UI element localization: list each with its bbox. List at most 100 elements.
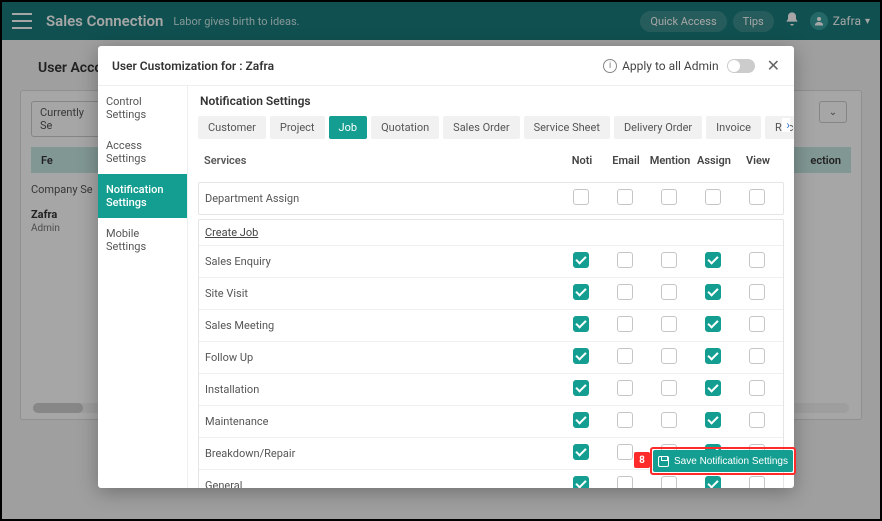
save-notification-settings-button[interactable]: Save Notification Settings: [653, 450, 793, 472]
modal-header: User Customization for : Zafra i Apply t…: [98, 46, 794, 86]
checkbox-noti[interactable]: [573, 444, 589, 460]
column-header-mention: Mention: [648, 149, 692, 172]
grid-header: Services NotiEmailMentionAssignView: [198, 143, 784, 178]
row-label: Maintenance: [203, 410, 559, 433]
save-callout: 8 Save Notification Settings: [650, 447, 796, 475]
checkbox-assign[interactable]: [705, 476, 721, 488]
checkbox-view[interactable]: [749, 380, 765, 396]
checkbox-noti[interactable]: [573, 252, 589, 268]
checkbox-assign[interactable]: [705, 189, 721, 205]
user-customization-modal: User Customization for : Zafra i Apply t…: [98, 46, 794, 488]
services-header: Services: [202, 149, 560, 172]
row-label: Follow Up: [203, 346, 559, 369]
column-header-view: View: [736, 149, 780, 172]
save-button-label: Save Notification Settings: [674, 456, 788, 467]
row-label: Breakdown/Repair: [203, 442, 559, 465]
apply-all-label: Apply to all Admin: [622, 59, 719, 73]
column-header-noti: Noti: [560, 149, 604, 172]
checkbox-assign[interactable]: [705, 412, 721, 428]
table-row: Create Job: [199, 220, 783, 245]
checkbox-assign[interactable]: [705, 252, 721, 268]
checkbox-email[interactable]: [617, 252, 633, 268]
row-label: Department Assign: [203, 187, 559, 210]
column-header-assign: Assign: [692, 149, 736, 172]
tab-job[interactable]: Job: [329, 116, 368, 139]
table-row: Follow Up: [199, 341, 783, 373]
modal-main: Notification Settings CustomerProjectJob…: [188, 86, 794, 488]
checkbox-mention[interactable]: [661, 316, 677, 332]
checkbox-mention[interactable]: [661, 252, 677, 268]
tab-sales-order[interactable]: Sales Order: [443, 116, 519, 139]
sidebar-item-notification-settings[interactable]: Notification Settings: [98, 174, 187, 218]
checkbox-view[interactable]: [749, 412, 765, 428]
apply-all-toggle[interactable]: [727, 59, 755, 73]
checkbox-view[interactable]: [749, 252, 765, 268]
sidebar-item-mobile-settings[interactable]: Mobile Settings: [98, 218, 187, 262]
table-row: Sales Meeting: [199, 309, 783, 341]
checkbox-assign[interactable]: [705, 380, 721, 396]
modal-title-prefix: User Customization for :: [112, 59, 246, 73]
checkbox-mention[interactable]: [661, 284, 677, 300]
checkbox-email[interactable]: [617, 444, 633, 460]
sidebar-item-access-settings[interactable]: Access Settings: [98, 130, 187, 174]
checkbox-noti[interactable]: [573, 380, 589, 396]
checkbox-assign[interactable]: [705, 348, 721, 364]
checkbox-view[interactable]: [749, 348, 765, 364]
checkbox-mention[interactable]: [661, 412, 677, 428]
row-label: Sales Meeting: [203, 314, 559, 337]
checkbox-mention[interactable]: [661, 189, 677, 205]
category-tabs: CustomerProjectJobQuotationSales OrderSe…: [188, 112, 794, 143]
checkbox-email[interactable]: [617, 348, 633, 364]
table-row: Maintenance: [199, 405, 783, 437]
checkbox-email[interactable]: [617, 380, 633, 396]
row-label: General: [203, 474, 559, 488]
tab-delivery-order[interactable]: Delivery Order: [614, 116, 702, 139]
checkbox-email[interactable]: [617, 316, 633, 332]
checkbox-view[interactable]: [749, 284, 765, 300]
checkbox-noti[interactable]: [573, 189, 589, 205]
checkbox-email[interactable]: [617, 284, 633, 300]
row-label: Installation: [203, 378, 559, 401]
checkbox-view[interactable]: [749, 189, 765, 205]
checkbox-assign[interactable]: [705, 284, 721, 300]
checkbox-email[interactable]: [617, 412, 633, 428]
checkbox-assign[interactable]: [705, 316, 721, 332]
checkbox-noti[interactable]: [573, 316, 589, 332]
table-row: Department Assign: [199, 183, 783, 214]
row-label: Create Job: [203, 221, 559, 244]
tabs-scroll-right-icon[interactable]: ›: [782, 118, 790, 132]
table-row: Installation: [199, 373, 783, 405]
row-label: Site Visit: [203, 282, 559, 305]
modal-title: User Customization for : Zafra: [112, 59, 274, 73]
checkbox-noti[interactable]: [573, 476, 589, 488]
tab-invoice[interactable]: Invoice: [706, 116, 761, 139]
checkbox-noti[interactable]: [573, 284, 589, 300]
tab-service-sheet[interactable]: Service Sheet: [524, 116, 610, 139]
table-row: Sales Enquiry: [199, 245, 783, 277]
apply-all-admin[interactable]: i Apply to all Admin: [603, 59, 755, 73]
checkbox-view[interactable]: [749, 476, 765, 488]
checkbox-mention[interactable]: [661, 380, 677, 396]
info-icon: i: [603, 59, 617, 73]
notification-grid[interactable]: Services NotiEmailMentionAssignView Depa…: [188, 143, 794, 488]
tab-project[interactable]: Project: [270, 116, 325, 139]
modal-title-user: Zafra: [246, 59, 275, 73]
close-icon[interactable]: ✕: [767, 56, 780, 75]
save-icon: [658, 456, 669, 467]
checkbox-email[interactable]: [617, 476, 633, 488]
row-label: Sales Enquiry: [203, 250, 559, 273]
checkbox-email[interactable]: [617, 189, 633, 205]
step-badge: 8: [634, 452, 650, 468]
settings-section-title: Notification Settings: [188, 86, 794, 112]
table-row: Site Visit: [199, 277, 783, 309]
checkbox-noti[interactable]: [573, 412, 589, 428]
sidebar-item-control-settings[interactable]: Control Settings: [98, 86, 187, 130]
modal-sidebar: Control SettingsAccess SettingsNotificat…: [98, 86, 188, 488]
column-header-email: Email: [604, 149, 648, 172]
checkbox-noti[interactable]: [573, 348, 589, 364]
checkbox-view[interactable]: [749, 316, 765, 332]
tab-customer[interactable]: Customer: [198, 116, 266, 139]
tab-quotation[interactable]: Quotation: [371, 116, 439, 139]
checkbox-mention[interactable]: [661, 476, 677, 488]
checkbox-mention[interactable]: [661, 348, 677, 364]
